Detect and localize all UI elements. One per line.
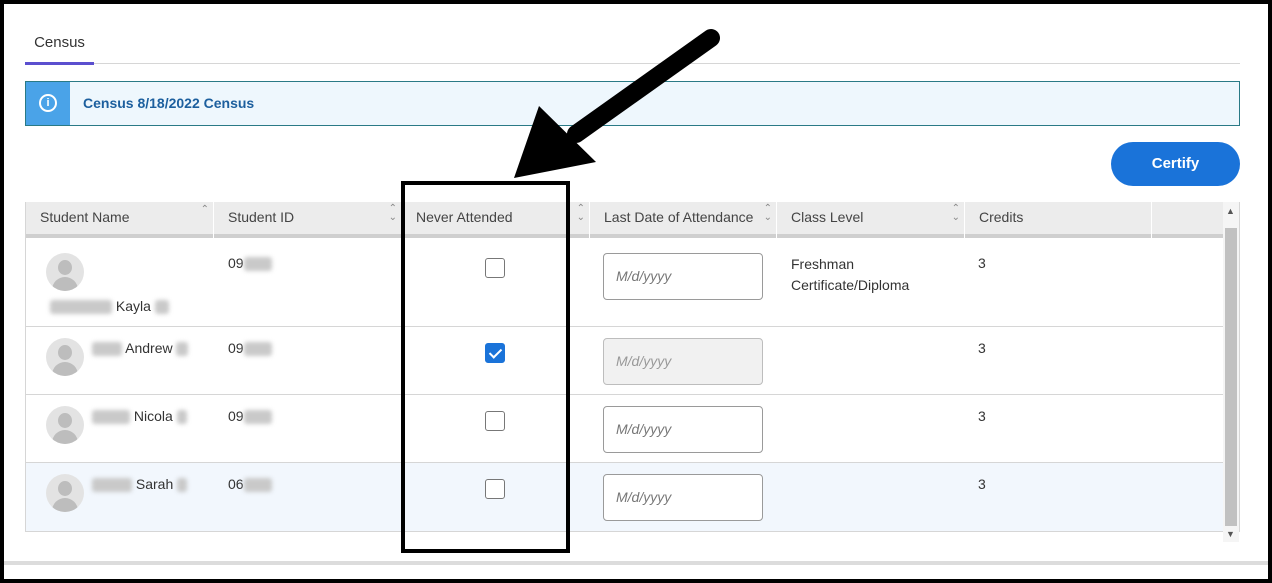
never-attended-checkbox[interactable] <box>485 479 505 499</box>
class-level: Freshman Certificate/Diploma <box>791 256 910 293</box>
column-header-label: Never Attended <box>416 209 513 225</box>
column-header-label: Credits <box>979 209 1024 225</box>
never-attended-checkbox[interactable] <box>485 411 505 431</box>
avatar <box>46 406 84 444</box>
credits: 3 <box>978 408 986 424</box>
student-first-name: Sarah <box>135 476 174 492</box>
scroll-up-icon[interactable]: ▲ <box>1226 206 1235 216</box>
grid-scrollbar[interactable]: ▲ ▼ <box>1223 202 1239 542</box>
student-first-name: Andrew <box>125 340 173 356</box>
last-date-input[interactable]: M/d/yyyy <box>603 338 763 385</box>
banner-text: Census 8/18/2022 Census <box>83 95 255 111</box>
column-header-label: Last Date of Attendance <box>604 209 754 225</box>
credits: 3 <box>978 255 986 271</box>
tab-census[interactable]: Census <box>25 24 94 65</box>
sort-asc-icon: ⌃ <box>200 204 209 215</box>
student-id: 09 <box>228 255 272 272</box>
student-id-prefix: 06 <box>228 476 244 492</box>
student-id: 09 <box>228 408 272 425</box>
column-header-label: Student Name <box>40 209 130 225</box>
last-date-input[interactable]: M/d/yyyy <box>603 406 763 453</box>
census-page: Census i Census 8/18/2022 Census Certify… <box>4 4 1268 579</box>
info-icon: i <box>39 94 57 112</box>
avatar <box>46 474 84 512</box>
student-name: Kayla <box>50 298 169 315</box>
credits: 3 <box>978 476 986 492</box>
credits: 3 <box>978 340 986 356</box>
column-header-student-name[interactable]: Student Name ⌃ <box>26 202 214 238</box>
sort-icon: ⌃ ⌄ <box>388 203 397 223</box>
student-id-prefix: 09 <box>228 255 244 271</box>
banner-icon-box: i <box>26 82 70 125</box>
sort-icon: ⌃ ⌄ <box>763 203 772 223</box>
column-header-student-id[interactable]: Student ID ⌃ ⌄ <box>214 202 402 238</box>
sort-icon: ⌃ ⌄ <box>951 203 960 223</box>
last-date-input[interactable]: M/d/yyyy <box>603 474 763 521</box>
scroll-down-icon[interactable]: ▼ <box>1226 529 1235 539</box>
avatar <box>46 338 84 376</box>
never-attended-checkbox[interactable] <box>485 258 505 278</box>
active-tab-indicator <box>25 62 94 65</box>
scrollbar-thumb[interactable] <box>1225 228 1237 526</box>
student-first-name: Kayla <box>115 298 151 314</box>
column-header-label: Student ID <box>228 209 295 225</box>
student-name: Nicola <box>92 408 187 425</box>
column-header-credits[interactable]: Credits <box>965 202 1152 238</box>
student-id: 09 <box>228 340 272 357</box>
certify-button[interactable]: Certify <box>1111 142 1240 186</box>
sort-icon: ⌃ ⌄ <box>576 203 585 223</box>
table-row: Nicola 09 M/d/yyyy 3 <box>26 395 1223 463</box>
avatar <box>46 253 84 291</box>
student-first-name: Nicola <box>133 408 173 424</box>
column-header-never-attended[interactable]: Never Attended ⌃ ⌄ <box>402 202 590 238</box>
bottom-divider <box>4 561 1268 565</box>
table-row: Kayla 09 M/d/yyyy Freshman Certificate/Di… <box>26 242 1223 327</box>
student-id-prefix: 09 <box>228 340 244 356</box>
never-attended-checkbox[interactable] <box>485 343 505 363</box>
census-grid: Student Name ⌃ Student ID ⌃ ⌄ Never Atten… <box>25 202 1240 542</box>
column-header-label: Class Level <box>791 209 864 225</box>
table-row: Andrew 09 M/d/yyyy 3 <box>26 327 1223 395</box>
student-name: Sarah <box>92 476 188 493</box>
tab-bar: Census <box>25 24 1240 65</box>
table-row: Sarah 06 M/d/yyyy 3 <box>26 463 1223 531</box>
column-header-class-level[interactable]: Class Level ⌃ ⌄ <box>777 202 965 238</box>
student-id: 06 <box>228 476 272 493</box>
info-banner: i Census 8/18/2022 Census <box>25 81 1240 126</box>
student-name: Andrew <box>92 340 189 357</box>
grid-header: Student Name ⌃ Student ID ⌃ ⌄ Never Atten… <box>26 202 1223 238</box>
column-header-last-date[interactable]: Last Date of Attendance ⌃ ⌄ <box>590 202 777 238</box>
last-date-input[interactable]: M/d/yyyy <box>603 253 763 300</box>
tab-census-label: Census <box>34 34 85 51</box>
student-id-prefix: 09 <box>228 408 244 424</box>
